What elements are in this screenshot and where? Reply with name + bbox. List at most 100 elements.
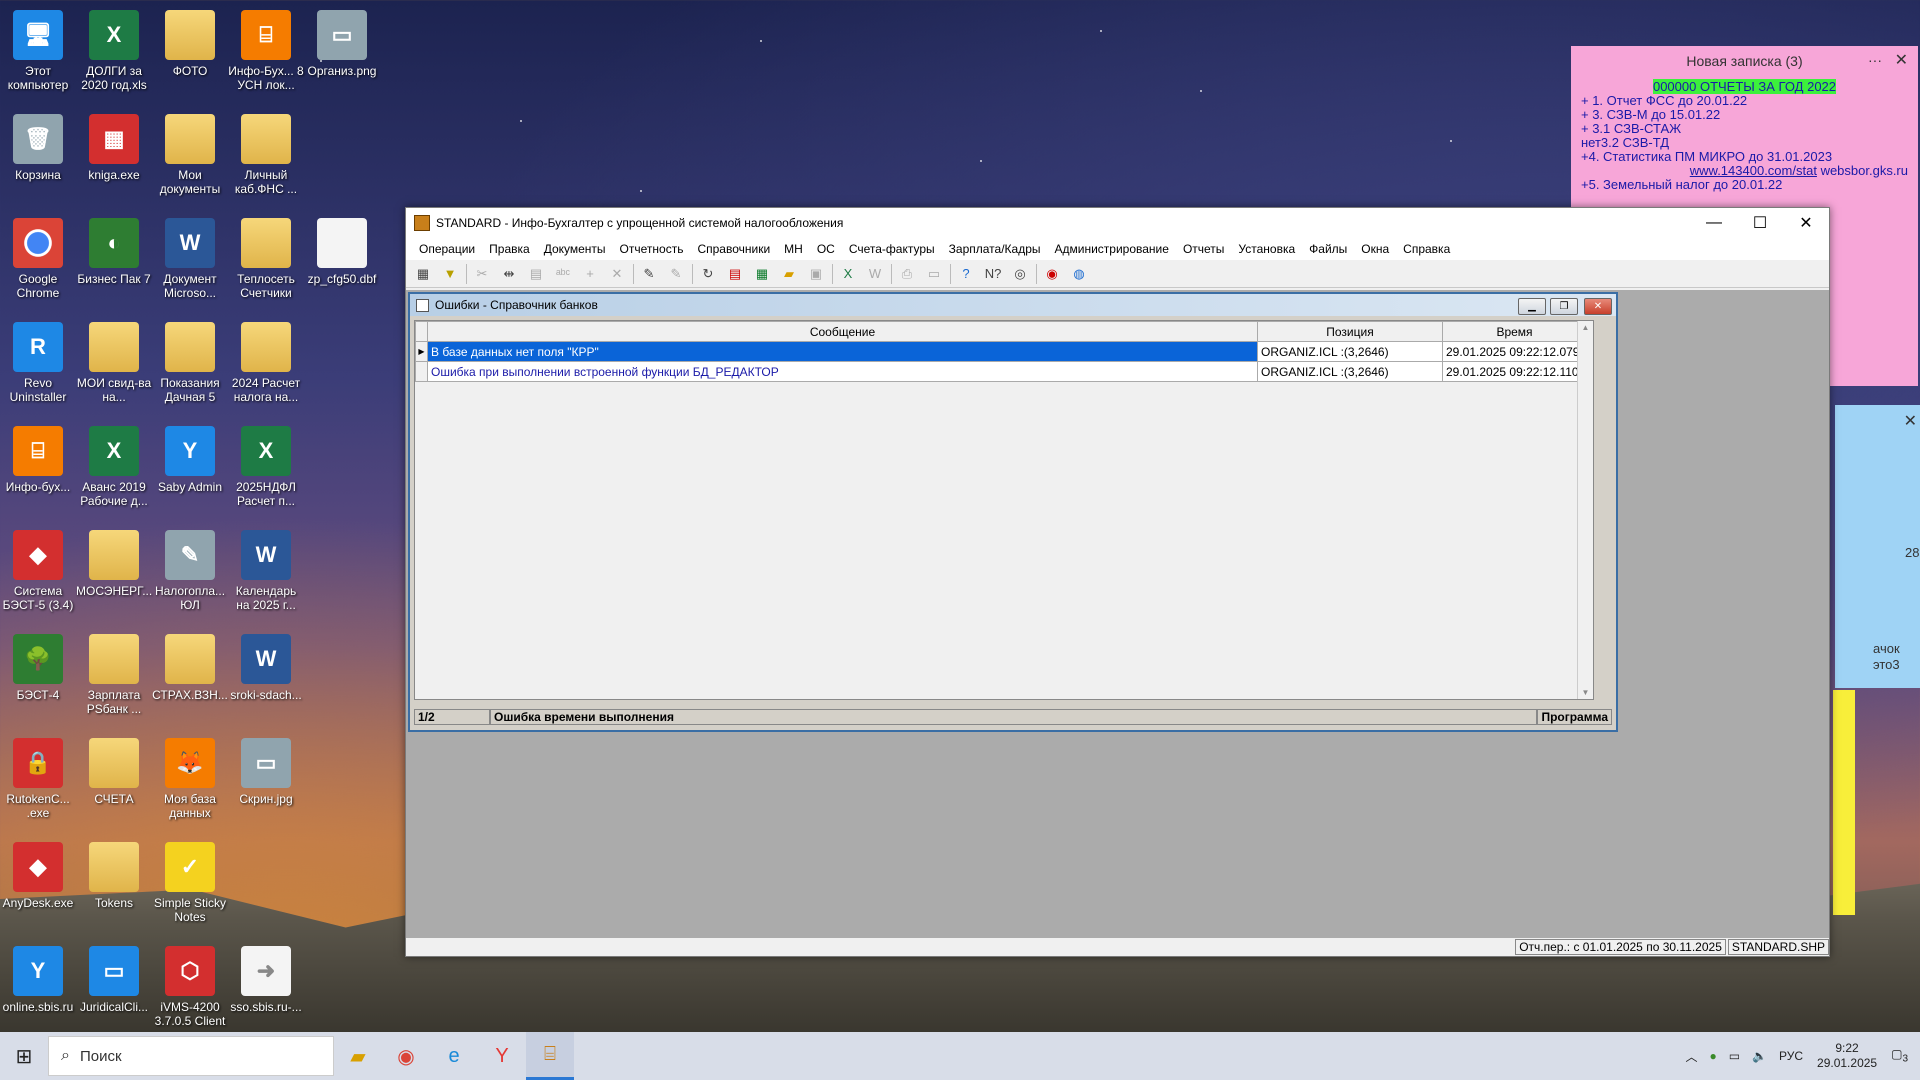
scroll-up-icon[interactable]: ▲ — [1578, 323, 1593, 332]
desktop-icon[interactable]: ◐ Бизнес Пак 7 — [76, 218, 152, 286]
menu-item[interactable]: Операции — [412, 242, 482, 256]
cell-message[interactable]: Ошибка при выполнении встроенной функции… — [427, 361, 1258, 382]
internet-explorer-icon[interactable]: e — [430, 1032, 478, 1080]
cell-time[interactable]: 29.01.2025 09:22:12.110 — [1442, 361, 1587, 382]
network-icon[interactable]: ▭ — [1729, 1049, 1740, 1063]
scroll-down-icon[interactable]: ▼ — [1578, 688, 1593, 697]
add-icon[interactable]: + — [579, 263, 601, 285]
menu-item[interactable]: Справочники — [690, 242, 777, 256]
desktop-icon[interactable]: ⬡ iVMS-4200 3.7.0.5 Client — [152, 946, 228, 1028]
child-title-bar[interactable]: Ошибки - Справочник банков ▁ ❐ ✕ — [410, 294, 1616, 316]
menu-item[interactable]: Отчетность — [613, 242, 691, 256]
more-icon[interactable]: ··· — [1868, 52, 1882, 68]
report-icon[interactable]: ▤ — [724, 263, 746, 285]
desktop-icon[interactable]: 🗑 Корзина — [0, 114, 76, 182]
lifebuoy-icon[interactable]: ◉ — [1041, 263, 1063, 285]
windows-start-icon[interactable]: ⊞ — [0, 1032, 48, 1080]
desktop-icon[interactable]: 🦊 Моя база данных — [152, 738, 228, 820]
desktop-icon[interactable]: Показания Дачная 5 — [152, 322, 228, 404]
desktop-icon[interactable]: МОИ свид-ва на... — [76, 322, 152, 404]
split-icon[interactable]: ⇹ — [498, 263, 520, 285]
desktop-icon[interactable]: Tokens — [76, 842, 152, 910]
desktop-icon[interactable]: ▦ kniga.exe — [76, 114, 152, 182]
desktop-icon[interactable]: 🔒 RutokenC... .exe — [0, 738, 76, 820]
main-window[interactable]: STANDARD - Инфо-Бухгалтер с упрощенной с… — [405, 207, 1830, 957]
sticky-note-body[interactable]: 000000 ОТЧЕТЫ ЗА ГОД 2022 + 1. Отчет ФСС… — [1571, 76, 1918, 196]
globe-icon[interactable]: ◍ — [1068, 263, 1090, 285]
desktop-icon[interactable]: X Аванс 2019 Рабочие д... — [76, 426, 152, 508]
desktop-icon[interactable]: 2024 Расчет налога на... — [228, 322, 304, 404]
child-close-button[interactable]: ✕ — [1584, 298, 1612, 315]
desktop-icon[interactable]: Yonline.sbis.ru — [0, 946, 76, 1014]
note-link[interactable]: websbor.gks.ru — [1821, 163, 1908, 178]
infobuh-taskbar-icon[interactable]: ⌸ — [526, 1032, 574, 1080]
desktop-icon[interactable]: zp_cfg50.dbf — [304, 218, 380, 286]
desktop-icon[interactable]: Мои документы — [152, 114, 228, 196]
sticky-note-header[interactable]: Новая записка (3) ··· ✕ — [1571, 46, 1918, 76]
notification-icon[interactable]: ▢3 — [1891, 1047, 1908, 1064]
filter-icon[interactable]: ▼ — [439, 263, 461, 285]
context-help-icon[interactable]: N? — [982, 263, 1004, 285]
cut-icon[interactable]: ✂ — [471, 263, 493, 285]
menu-item[interactable]: Зарплата/Кадры — [942, 242, 1048, 256]
desktop-icon[interactable]: ФОТО — [152, 10, 228, 78]
desktop-icon[interactable]: ▭ Скрин.jpg — [228, 738, 304, 806]
menu-item[interactable]: ОС — [810, 242, 842, 256]
delete-icon[interactable]: ✕ — [606, 263, 628, 285]
language-indicator[interactable]: РУС — [1779, 1049, 1803, 1063]
maximize-button[interactable]: ☐ — [1737, 208, 1783, 238]
menu-item[interactable]: Справка — [1396, 242, 1457, 256]
desktop-icon[interactable]: Личный каб.ФНС ... — [228, 114, 304, 196]
menu-item[interactable]: МН — [777, 242, 810, 256]
cell-message[interactable]: В базе данных нет поля "КРР" — [427, 341, 1258, 362]
chrome-icon[interactable]: ◉ — [382, 1032, 430, 1080]
desktop-icon[interactable]: ⌸ Инфо-бух... — [0, 426, 76, 494]
desktop-icon[interactable]: СТРАХ.ВЗН... — [152, 634, 228, 702]
tray-app-icon[interactable]: ● — [1709, 1049, 1716, 1063]
menu-item[interactable]: Файлы — [1302, 242, 1354, 256]
desktop-icon[interactable]: 🖥 Этот компьютер — [0, 10, 76, 92]
child-restore-button[interactable]: ❐ — [1550, 298, 1578, 315]
save-icon[interactable]: ▣ — [805, 263, 827, 285]
desktop-icon[interactable]: ▭ JuridicalCli... — [76, 946, 152, 1014]
marker-icon[interactable]: ✎ — [638, 263, 660, 285]
title-bar[interactable]: STANDARD - Инфо-Бухгалтер с упрощенной с… — [406, 208, 1829, 238]
desktop-icon[interactable]: ◆ AnyDesk.exe — [0, 842, 76, 910]
yandex-browser-icon[interactable]: Y — [478, 1032, 526, 1080]
chevron-up-icon[interactable]: ︿ — [1685, 1048, 1697, 1065]
spellcheck-icon[interactable]: ✎ — [665, 263, 687, 285]
column-header-time[interactable]: Время — [1442, 321, 1587, 342]
menu-item[interactable]: Окна — [1354, 242, 1396, 256]
refresh-icon[interactable]: ↻ — [697, 263, 719, 285]
table-view-icon[interactable]: ▦ — [412, 263, 434, 285]
print-icon[interactable]: ⎙ — [896, 263, 918, 285]
desktop-icon[interactable]: Теплосеть Счетчики — [228, 218, 304, 300]
desktop-icon[interactable]: W Документ Microso... — [152, 218, 228, 300]
sticky-note-yellow[interactable] — [1833, 690, 1855, 915]
compass-icon[interactable]: ◎ — [1009, 263, 1031, 285]
child-minimize-button[interactable]: ▁ — [1518, 298, 1546, 315]
desktop-icon[interactable]: ➜ sso.sbis.ru-... — [228, 946, 304, 1014]
paste-icon[interactable]: ▤ — [525, 263, 547, 285]
desktop-icon[interactable]: ◆ Система БЭСТ-5 (3.4) — [0, 530, 76, 612]
errors-window[interactable]: Ошибки - Справочник банков ▁ ❐ ✕ Сообщен… — [408, 292, 1618, 732]
close-icon[interactable]: ✕ — [1895, 50, 1908, 70]
word-icon[interactable]: W — [864, 263, 886, 285]
close-button[interactable]: ✕ — [1783, 208, 1829, 238]
vertical-scrollbar[interactable]: ▲ ▼ — [1577, 321, 1593, 699]
menu-item[interactable]: Правка — [482, 242, 537, 256]
cell-position[interactable]: ORGANIZ.ICL :(3,2646) — [1257, 361, 1443, 382]
calculator-icon[interactable]: ▦ — [751, 263, 773, 285]
menu-item[interactable]: Счета-фактуры — [842, 242, 942, 256]
menu-item[interactable]: Отчеты — [1176, 242, 1231, 256]
table-row[interactable]: Ошибка при выполнении встроенной функции… — [415, 361, 1587, 382]
desktop-icon[interactable]: Y Saby Admin — [152, 426, 228, 494]
preview-icon[interactable]: ▭ — [923, 263, 945, 285]
table-row[interactable]: ▶ В базе данных нет поля "КРР" ORGANIZ.I… — [415, 341, 1587, 362]
desktop-icon[interactable]: Wsroki-sdach... — [228, 634, 304, 702]
errors-grid[interactable]: Сообщение Позиция Время ▶ В базе данных … — [414, 320, 1594, 700]
desktop-icon[interactable]: ✓ Simple Sticky Notes — [152, 842, 228, 924]
desktop-icon[interactable]: ✎ Налогопла... ЮЛ — [152, 530, 228, 612]
desktop-icon[interactable]: R Revo Uninstaller — [0, 322, 76, 404]
desktop-icon[interactable]: СЧЕТА — [76, 738, 152, 806]
